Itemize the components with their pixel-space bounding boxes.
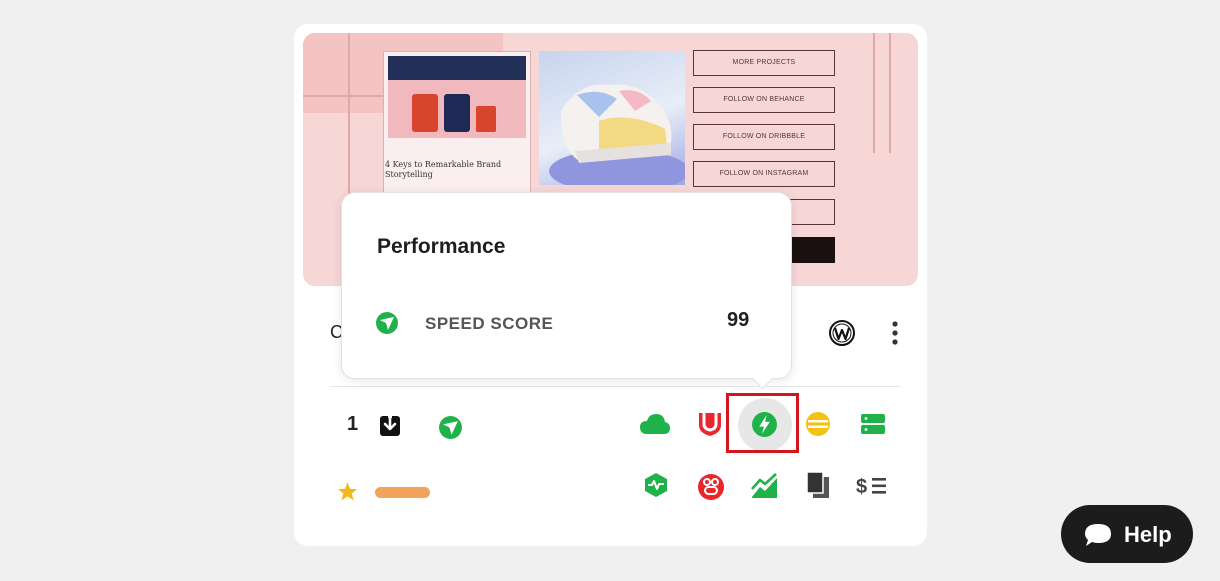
- preview-line: [889, 33, 891, 153]
- documents-icon[interactable]: [806, 471, 830, 499]
- preview-blog-image: [388, 56, 526, 138]
- star-icon: [337, 482, 358, 501]
- cloud-icon[interactable]: [639, 412, 671, 436]
- preview-follow-behance: FOLLOW ON BEHANCE: [693, 87, 835, 113]
- svg-text:$: $: [856, 476, 867, 498]
- shield-icon[interactable]: [697, 411, 723, 437]
- coin-stack-icon[interactable]: [805, 411, 831, 437]
- selection-highlight: [726, 393, 799, 453]
- chat-bubble-icon: [1085, 524, 1111, 546]
- analytics-chart-icon[interactable]: [751, 473, 778, 499]
- preview-blog-title: 4 Keys to Remarkable Brand Storytelling: [385, 160, 502, 179]
- speed-score-icon: [376, 312, 398, 334]
- divider: [330, 386, 900, 387]
- speed-score-value: 99: [727, 309, 750, 331]
- preview-shoe-image: [539, 51, 685, 185]
- wordpress-icon: [829, 320, 855, 346]
- preview-line: [303, 95, 383, 97]
- performance-popover: Performance SPEED SCORE 99: [341, 192, 792, 390]
- speed-score-label: SPEED SCORE: [425, 314, 554, 333]
- download-icon[interactable]: [378, 412, 402, 438]
- server-icon[interactable]: [860, 413, 886, 435]
- preview-more-projects: MORE PROJECTS: [693, 50, 835, 76]
- link-checker-icon[interactable]: [697, 473, 725, 501]
- help-label: Help: [1124, 522, 1172, 547]
- popover-title: Performance: [377, 235, 506, 258]
- uptime-monitor-icon[interactable]: [643, 472, 669, 498]
- pricing-icon[interactable]: $: [856, 474, 888, 498]
- preview-line: [873, 33, 875, 153]
- help-button[interactable]: Help: [1061, 505, 1193, 563]
- kebab-menu-icon[interactable]: [888, 319, 902, 347]
- speed-score-icon[interactable]: [438, 415, 463, 440]
- preview-follow-dribbble: FOLLOW ON DRIBBBLE: [693, 124, 835, 150]
- rating-bar: [375, 487, 430, 498]
- download-count: 1: [347, 413, 359, 435]
- preview-follow-instagram: FOLLOW ON INSTAGRAM: [693, 161, 835, 187]
